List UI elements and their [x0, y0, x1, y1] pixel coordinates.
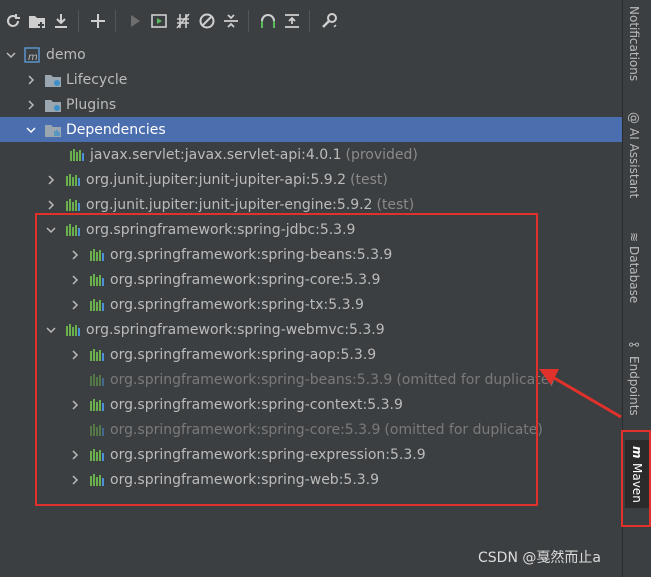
- settings-icon[interactable]: [318, 10, 340, 32]
- library-icon: [64, 197, 82, 213]
- tree-node-lifecycle[interactable]: Lifecycle: [0, 67, 623, 92]
- dependency-scope: (test): [376, 196, 415, 213]
- ai-assistant-tab-label: AI Assistant: [627, 128, 641, 199]
- tree-node-label: demo: [46, 46, 86, 63]
- execute-goal-icon[interactable]: [148, 10, 170, 32]
- annotation-arrow: [539, 369, 622, 419]
- dependency-label: org.junit.jupiter:junit-jupiter-engine:5…: [86, 196, 373, 213]
- toolbar-separator: [78, 10, 79, 32]
- chevron-down-icon[interactable]: [4, 48, 18, 62]
- toolbar-separator: [309, 10, 310, 32]
- tree-node-label: Lifecycle: [66, 71, 128, 88]
- endpoints-icon: ⚯: [627, 338, 641, 352]
- dependency-scope: (provided): [345, 146, 418, 163]
- add-maven-project-icon[interactable]: [26, 10, 48, 32]
- watermark: CSDN @戛然而止a: [478, 550, 601, 566]
- tree-node-plugins[interactable]: Plugins: [0, 92, 623, 117]
- chevron-right-icon[interactable]: [44, 173, 58, 187]
- skip-tests-icon[interactable]: [196, 10, 218, 32]
- chevron-down-icon[interactable]: [24, 123, 38, 137]
- database-tab-label: Database: [627, 246, 641, 304]
- dependency-item[interactable]: javax.servlet:javax.servlet-api:4.0.1 (p…: [0, 142, 623, 167]
- tree-node-demo[interactable]: m demo: [0, 42, 623, 67]
- plus-icon[interactable]: [87, 10, 109, 32]
- dependency-item[interactable]: org.junit.jupiter:junit-jupiter-api:5.9.…: [0, 167, 623, 192]
- folder-gear-icon: [44, 97, 62, 113]
- dependency-label: javax.servlet:javax.servlet-api:4.0.1: [90, 146, 342, 163]
- endpoints-tab[interactable]: ⚯ Endpoints: [627, 338, 641, 416]
- dependency-scope: (test): [350, 171, 388, 188]
- run-icon[interactable]: [124, 10, 146, 32]
- notifications-tab[interactable]: Notifications: [627, 6, 641, 81]
- tree-node-label: Dependencies: [66, 121, 166, 138]
- chevron-right-icon[interactable]: [24, 73, 38, 87]
- library-icon: [68, 147, 86, 163]
- svg-text:m: m: [28, 52, 38, 63]
- analyze-dependencies-icon[interactable]: [257, 10, 279, 32]
- notifications-tab-label: Notifications: [627, 6, 641, 82]
- annotation-maven-box: [621, 430, 651, 527]
- annotation-highlight-box: [35, 213, 538, 506]
- maven-toolbar: [0, 0, 620, 42]
- ai-assistant-icon: @: [627, 112, 641, 124]
- show-dependencies-icon[interactable]: [281, 10, 303, 32]
- maven-module-icon: m: [24, 46, 42, 63]
- collapse-all-icon[interactable]: [220, 10, 242, 32]
- database-tab[interactable]: ≋ Database: [627, 232, 641, 303]
- database-icon: ≋: [627, 232, 641, 243]
- endpoints-tab-label: Endpoints: [627, 356, 641, 416]
- download-icon[interactable]: [50, 10, 72, 32]
- chevron-right-icon[interactable]: [44, 198, 58, 212]
- ai-assistant-tab[interactable]: @ AI Assistant: [627, 112, 641, 198]
- toolbar-separator: [115, 10, 116, 32]
- dependency-label: org.junit.jupiter:junit-jupiter-api:5.9.…: [86, 171, 347, 188]
- folder-gear-icon: [44, 72, 62, 88]
- tree-node-label: Plugins: [66, 96, 117, 113]
- tree-node-dependencies[interactable]: Dependencies: [0, 117, 623, 142]
- library-icon: [64, 172, 82, 188]
- chevron-right-icon[interactable]: [24, 98, 38, 112]
- reload-icon[interactable]: [2, 10, 24, 32]
- toggle-offline-icon[interactable]: [172, 10, 194, 32]
- toolbar-separator: [248, 10, 249, 32]
- folder-dependencies-icon: [44, 122, 62, 138]
